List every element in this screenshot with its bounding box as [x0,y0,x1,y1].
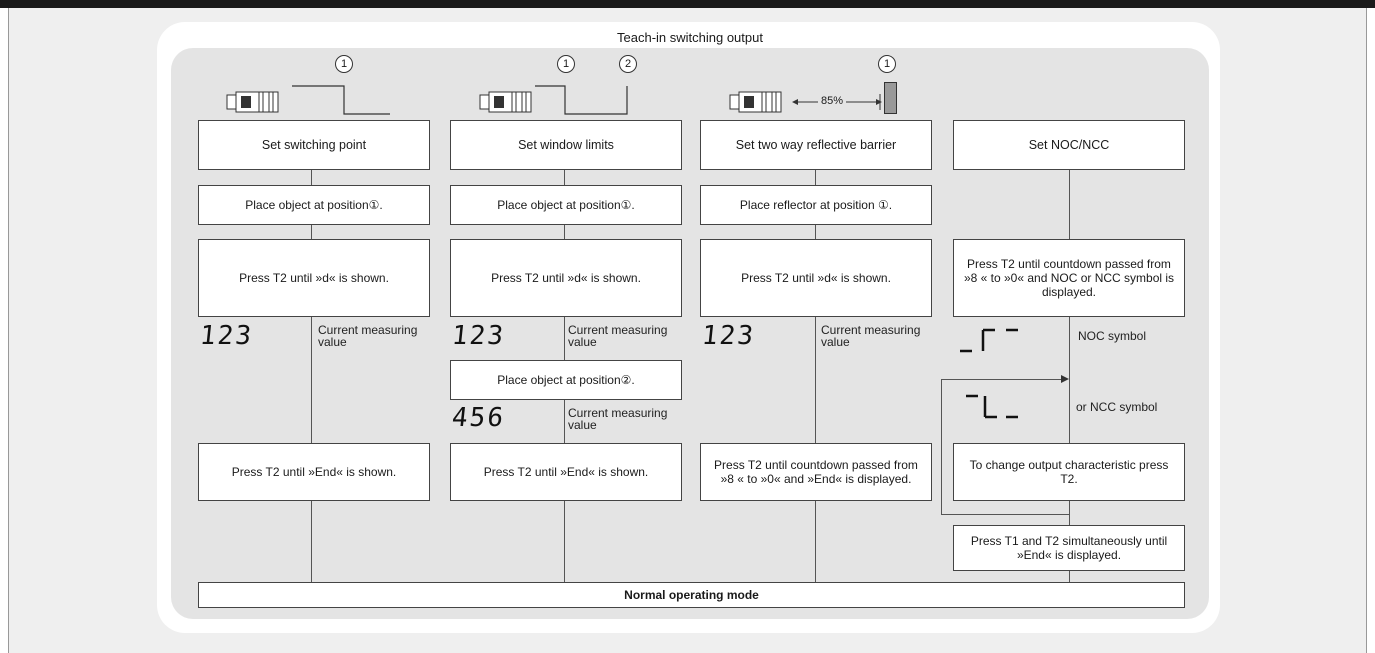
step-place-object: Place object at position①. [450,185,682,225]
display-digits: 123 [198,321,255,351]
step-header-window-limits: Set window limits [450,120,682,170]
loop-left-line [941,379,942,515]
step-change-output: To change output characteristic press T2… [953,443,1185,501]
sensor-icon [729,91,782,113]
display-digits: 123 [700,321,757,351]
step-press-t1-t2: Press T1 and T2 simultaneously until »En… [953,525,1185,571]
display-label: Current measuring value [821,323,921,349]
ncc-symbol-icon [966,394,1018,419]
step-press-t2-end: Press T2 until »End« is shown. [198,443,430,501]
connector-col3 [815,170,816,582]
step-press-t2-countdown-end: Press T2 until countdown passed from »8 … [700,443,932,501]
connector-col1 [311,170,312,582]
sensor-icon [226,91,279,113]
display-digits: 123 [450,321,507,351]
step-header-reflective-barrier: Set two way reflective barrier [700,120,932,170]
marker-1: 1 [335,55,353,73]
window-curve-icon [535,85,628,115]
step-press-t2: Press T2 until »d« is shown. [450,239,682,317]
display-label: Current measuring value [568,323,668,349]
page: Teach-in switching output 85% 1 1 2 1 Se… [0,0,1375,653]
step-place-object-2: Place object at position②. [450,360,682,400]
ncc-label: or NCC symbol [1076,400,1158,414]
loop-bottom-line [941,514,1069,515]
display-digits: 456 [450,403,507,433]
top-bar [0,0,1375,8]
diagram-title: Teach-in switching output [617,30,763,45]
loop-arrow-icon [1061,375,1069,383]
noc-label: NOC symbol [1078,329,1147,343]
step-press-t2-end: Press T2 until »End« is shown. [450,443,682,501]
display-label: Current measuring value [318,323,418,349]
sensor-icon [479,91,532,113]
switch-curve-icon [292,85,390,115]
step-header-switching-point: Set switching point [198,120,430,170]
step-press-t2: Press T2 until »d« is shown. [198,239,430,317]
distance-label: 85% [818,95,847,107]
step-place-reflector: Place reflector at position ①. [700,185,932,225]
reflector-icon [884,82,897,114]
noc-symbol-icon [960,328,1018,353]
normal-operating-mode: Normal operating mode [198,582,1185,608]
display-label: Current measuring value [568,406,668,432]
step-press-t2-countdown: Press T2 until countdown passed from »8 … [953,239,1185,317]
step-header-noc-ncc: Set NOC/NCC [953,120,1185,170]
loop-top-line [941,379,1063,380]
step-press-t2: Press T2 until »d« is shown. [700,239,932,317]
marker-2: 2 [619,55,637,73]
marker-1: 1 [557,55,575,73]
marker-1: 1 [878,55,896,73]
step-place-object: Place object at position①. [198,185,430,225]
